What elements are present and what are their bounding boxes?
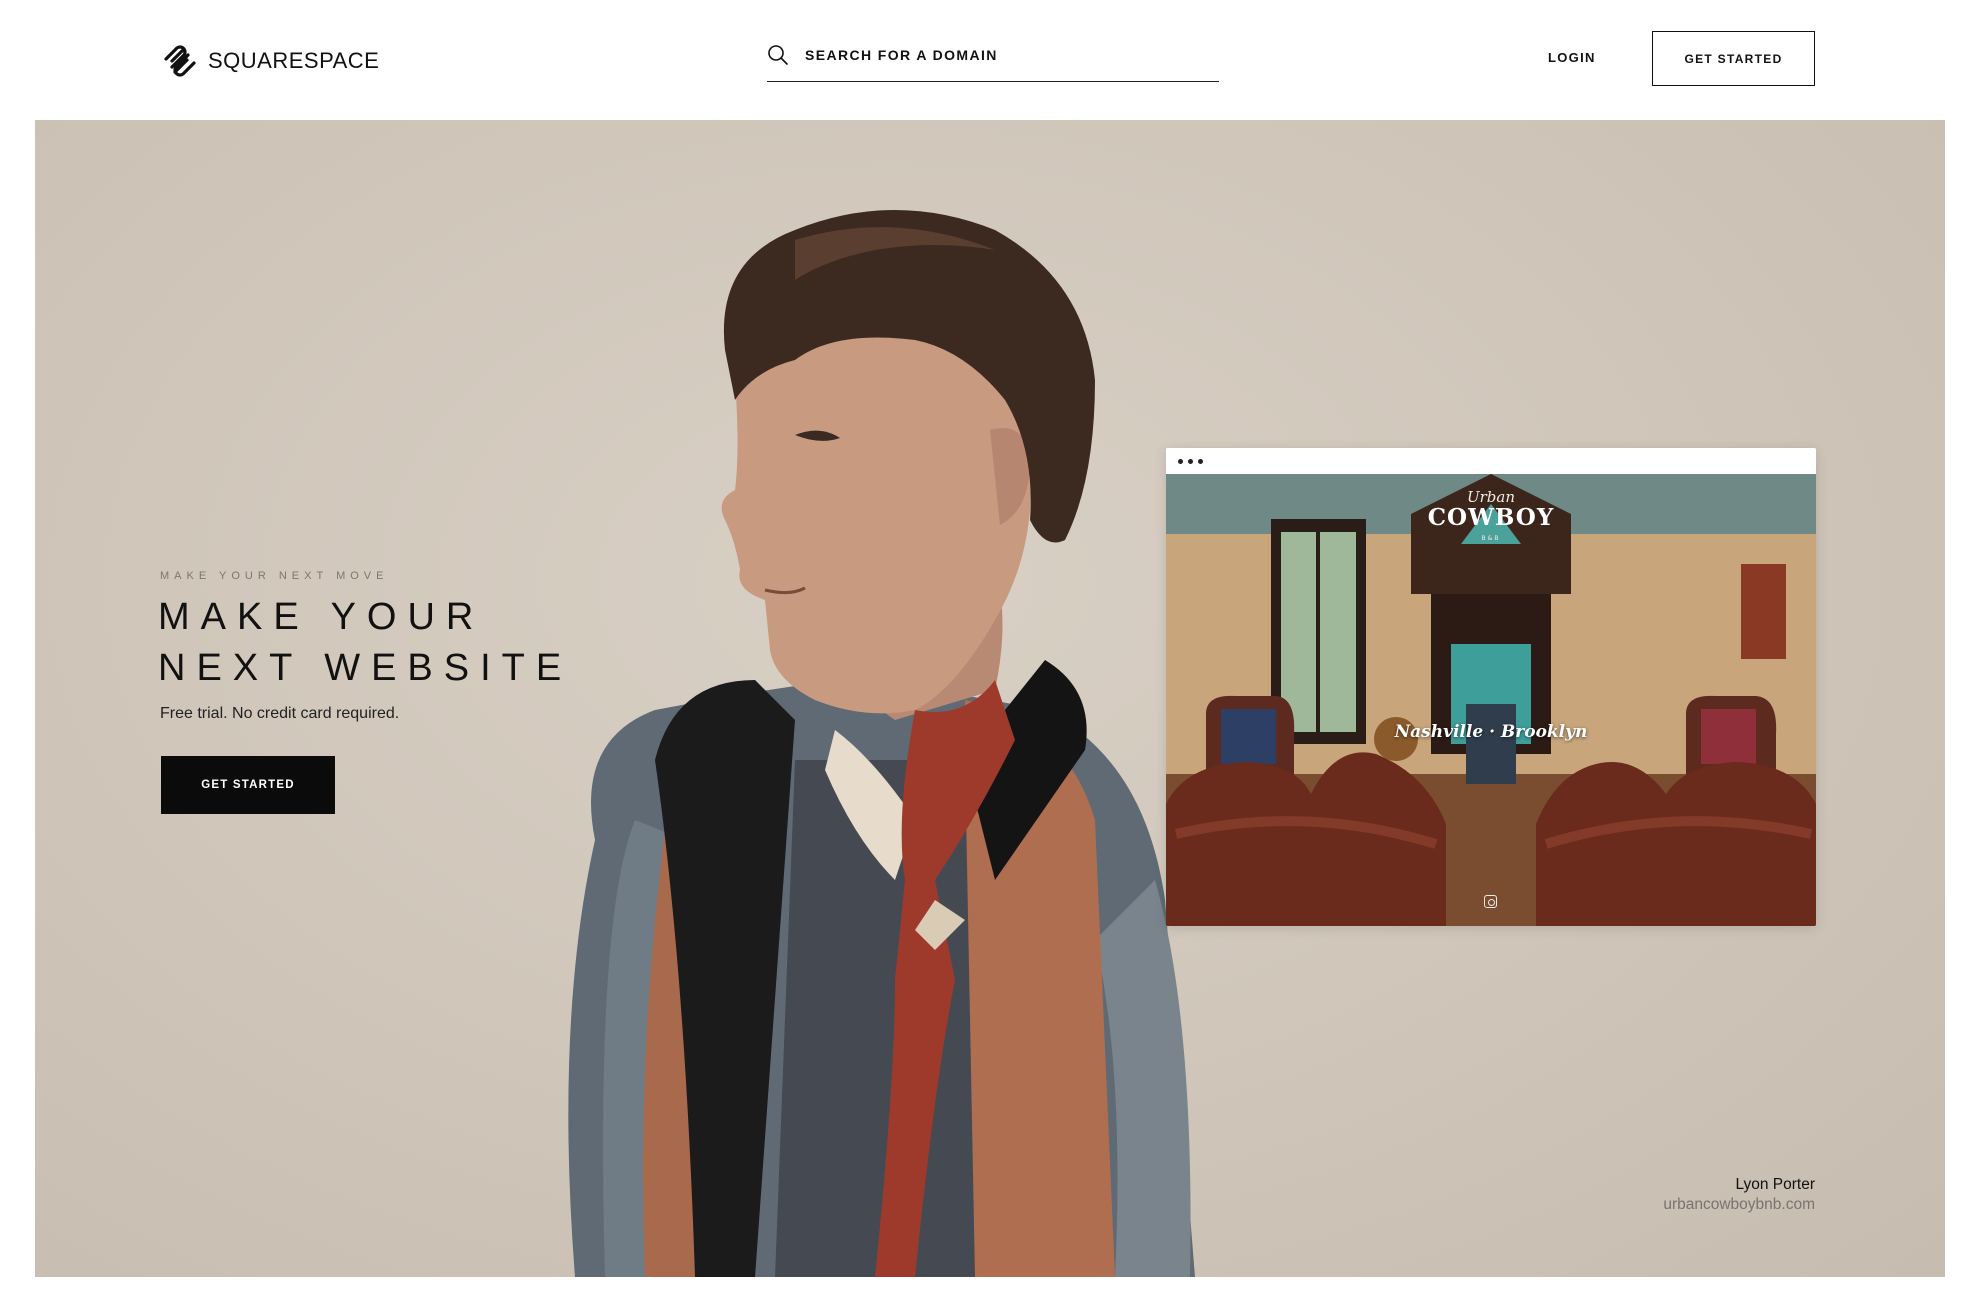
login-link[interactable]: LOGIN [1548, 50, 1596, 65]
squarespace-logo-icon [164, 45, 196, 77]
hero-eyebrow: MAKE YOUR NEXT MOVE [160, 570, 389, 582]
site-brand-main: COWBOY [1427, 504, 1555, 531]
customer-url[interactable]: urbancowboybnb.com [1663, 1196, 1815, 1214]
website-preview-window: Urban COWBOY B&B Nashville · Brooklyn [1166, 448, 1816, 926]
customer-name: Lyon Porter [1735, 1176, 1815, 1193]
site-brand-sub: B&B [1481, 535, 1501, 542]
hero-get-started-button[interactable]: GET STARTED [161, 756, 335, 814]
window-dot-icon [1188, 458, 1193, 464]
hero-subtext: Free trial. No credit card required. [160, 705, 400, 722]
headline-line-2: NEXT WEBSITE [158, 647, 573, 689]
preview-site-image: Urban COWBOY B&B Nashville · Brooklyn [1166, 474, 1816, 926]
site-header: SQUARESPACE SEARCH FOR A DOMAIN LOGIN GE… [0, 0, 1980, 120]
site-locations: Nashville · Brooklyn [1394, 722, 1588, 742]
domain-search[interactable]: SEARCH FOR A DOMAIN [767, 38, 1219, 82]
hero-section: MAKE YOUR NEXT MOVE MAKE YOUR NEXT WEBSI… [35, 120, 1945, 1277]
window-dot-icon [1198, 458, 1203, 464]
instagram-icon[interactable] [1484, 895, 1497, 908]
search-icon [768, 44, 788, 65]
headline-line-1: MAKE YOUR [158, 596, 485, 638]
search-placeholder[interactable]: SEARCH FOR A DOMAIN [805, 47, 998, 63]
header-get-started-button[interactable]: GET STARTED [1652, 31, 1815, 86]
brand-name: SQUARESPACE [208, 48, 380, 73]
hero-headline: MAKE YOUR NEXT WEBSITE [158, 592, 678, 694]
window-dot-icon [1178, 458, 1183, 464]
preview-window-bar [1166, 448, 1816, 474]
brand-logo[interactable]: SQUARESPACE [162, 44, 379, 78]
